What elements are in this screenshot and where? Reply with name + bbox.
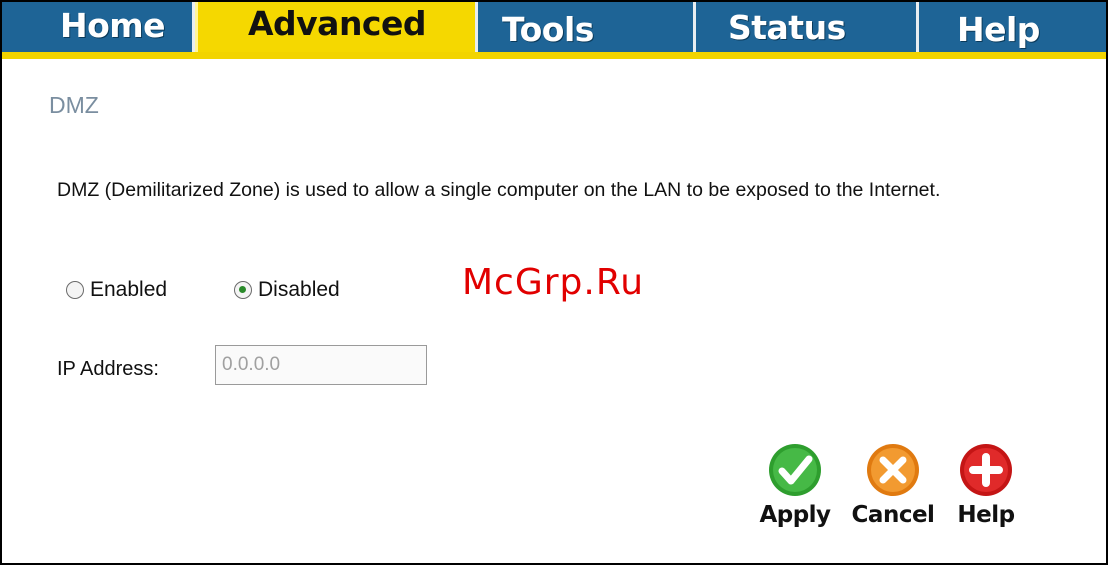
disabled-label: Disabled (258, 278, 340, 301)
top-navigation: Home Advanced Tools Status Help (2, 2, 1106, 59)
tab-tools[interactable]: Tools (478, 2, 693, 52)
plus-icon (960, 444, 1012, 496)
apply-button[interactable]: Apply (750, 442, 840, 528)
ip-address-label: IP Address: (57, 358, 159, 380)
help-button[interactable]: Help (941, 442, 1031, 528)
page-frame: Home Advanced Tools Status Help DMZ DMZ … (0, 0, 1108, 565)
tab-status[interactable]: Status (696, 2, 916, 52)
enabled-radio[interactable] (66, 281, 84, 299)
tab-help[interactable]: Help (919, 2, 1106, 52)
cancel-label: Cancel (851, 502, 935, 528)
dmz-disabled-option[interactable]: Disabled (234, 277, 340, 303)
enabled-label: Enabled (90, 278, 168, 301)
check-icon (769, 444, 821, 496)
watermark: McGrp.Ru (462, 262, 645, 303)
help-label: Help (957, 502, 1015, 528)
disabled-radio[interactable] (234, 281, 252, 299)
dmz-enabled-option[interactable]: Enabled (66, 277, 167, 303)
tab-advanced[interactable]: Advanced (195, 2, 475, 52)
x-icon (867, 444, 919, 496)
page-description: DMZ (Demilitarized Zone) is used to allo… (57, 179, 941, 201)
page-title: DMZ (49, 92, 99, 118)
cancel-button[interactable]: Cancel (848, 442, 938, 528)
tab-home[interactable]: Home (2, 2, 192, 52)
apply-label: Apply (759, 502, 831, 528)
ip-address-field[interactable] (215, 345, 427, 385)
